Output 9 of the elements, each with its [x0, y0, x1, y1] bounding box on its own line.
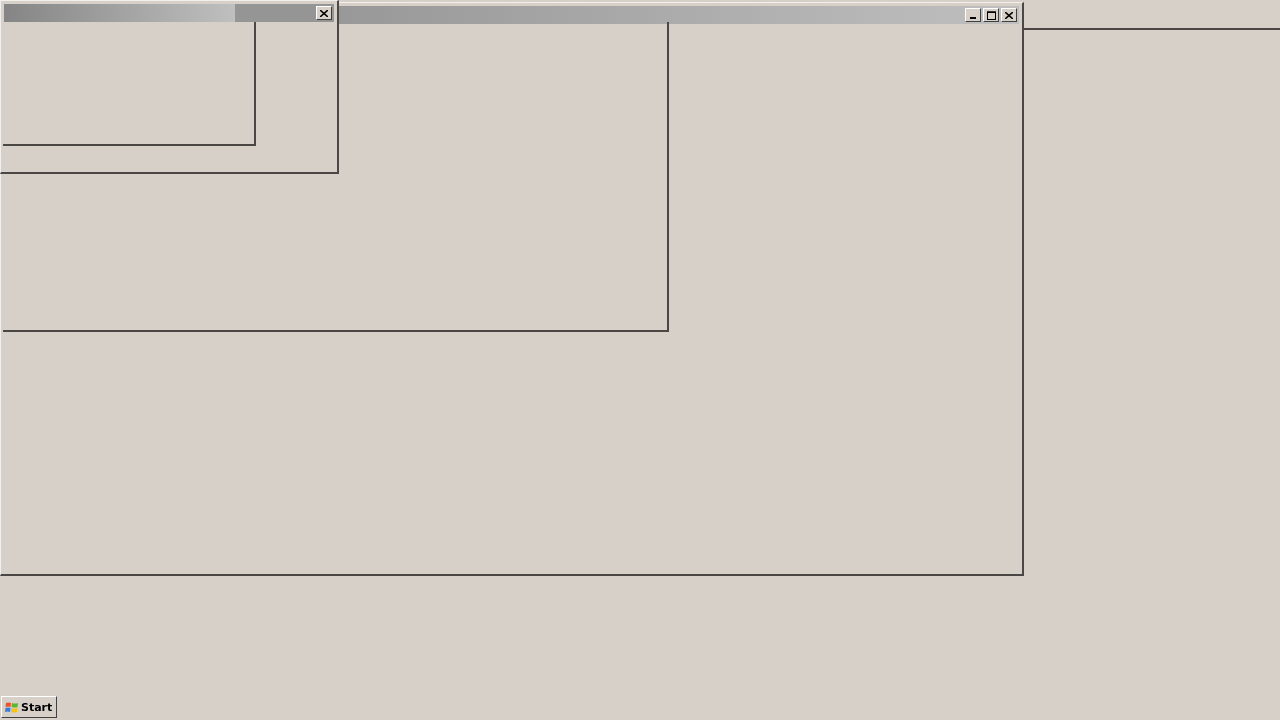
windows-logo-icon: [5, 700, 19, 714]
maximize-button[interactable]: [983, 8, 999, 22]
close-button[interactable]: [1001, 8, 1017, 22]
close-icon: [1005, 11, 1013, 19]
maximize-icon: [986, 10, 996, 20]
minimize-button[interactable]: [965, 8, 981, 22]
start-button[interactable]: Start: [1, 696, 58, 718]
close-icon: [320, 9, 328, 17]
close-button[interactable]: [316, 6, 332, 20]
